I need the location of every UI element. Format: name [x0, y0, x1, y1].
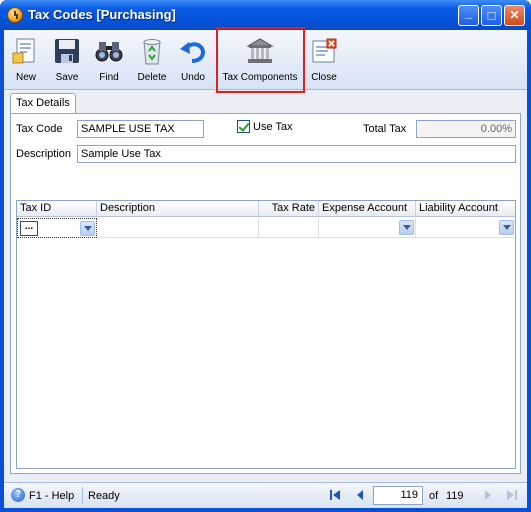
recycle-bin-icon [143, 39, 161, 65]
tax-code-label: Tax Code [16, 123, 63, 135]
cell-expense-account[interactable] [319, 218, 416, 238]
next-record-icon[interactable] [482, 489, 494, 501]
status-text: Ready [88, 490, 120, 502]
undo-button[interactable]: Undo [176, 34, 210, 86]
close-label: Close [311, 72, 337, 83]
ellipsis-button[interactable]: ... [20, 221, 38, 236]
status-bar: ? F1 - Help Ready 119 of 119 [4, 482, 527, 508]
window-title: Tax Codes [Purchasing] [28, 7, 176, 22]
first-record-icon[interactable] [329, 489, 341, 501]
column-header-tax-rate[interactable]: Tax Rate [259, 201, 319, 217]
use-tax-checkbox[interactable] [237, 120, 250, 133]
tax-components-grid: Tax ID Description Tax Rate Expense Acco… [16, 200, 516, 469]
app-window: Tax Codes [Purchasing] _ □ ✕ New Save Fi… [0, 0, 531, 512]
close-form-icon [312, 38, 337, 63]
maximize-button[interactable]: □ [481, 5, 502, 26]
tax-components-highlight [216, 27, 305, 93]
total-records: 119 [446, 490, 464, 502]
column-header-expense-account[interactable]: Expense Account [319, 201, 416, 217]
new-document-icon [12, 38, 35, 64]
tax-details-panel: Tax Code SAMPLE USE TAX Use Tax Total Ta… [10, 113, 521, 474]
new-button[interactable]: New [8, 34, 44, 86]
undo-arrow-icon [180, 42, 206, 63]
tab-tax-details[interactable]: Tax Details [10, 93, 76, 114]
use-tax-label: Use Tax [253, 121, 293, 133]
total-tax-field: 0.00% [416, 120, 516, 138]
find-button[interactable]: Find [92, 34, 126, 86]
help-text[interactable]: F1 - Help [29, 490, 74, 502]
new-label: New [15, 72, 36, 83]
of-label: of [429, 490, 439, 502]
description-label: Description [16, 148, 72, 160]
minimize-icon: _ [464, 5, 473, 20]
app-icon [7, 7, 23, 23]
toolbar: New Save Find Delete Undo Tax Components… [4, 27, 527, 93]
record-number-input[interactable]: 119 [373, 486, 423, 505]
client-area: New Save Find Delete Undo Tax Components… [4, 27, 527, 508]
divider [82, 487, 83, 504]
close-icon: ✕ [509, 8, 520, 22]
cell-tax-rate[interactable] [259, 218, 319, 238]
chevron-down-icon[interactable] [499, 220, 514, 235]
total-tax-label: Total Tax [363, 123, 407, 135]
cell-description[interactable] [97, 218, 259, 238]
cell-tax-id[interactable]: ... [17, 218, 97, 238]
tax-code-field[interactable]: SAMPLE USE TAX [77, 120, 204, 138]
save-label: Save [55, 72, 79, 83]
column-header-description[interactable]: Description [97, 201, 259, 217]
previous-record-icon[interactable] [354, 489, 366, 501]
binoculars-icon [95, 42, 123, 62]
close-window-button[interactable]: ✕ [504, 5, 525, 26]
column-header-tax-id[interactable]: Tax ID [17, 201, 97, 217]
find-label: Find [99, 72, 119, 83]
help-icon[interactable]: ? [11, 488, 25, 502]
chevron-down-icon[interactable] [80, 221, 95, 236]
delete-label: Delete [137, 72, 167, 83]
close-button[interactable]: Close [306, 34, 342, 86]
cell-liability-account[interactable] [416, 218, 515, 238]
description-field[interactable]: Sample Use Tax [77, 145, 516, 163]
column-header-liability-account[interactable]: Liability Account [416, 201, 515, 217]
last-record-icon[interactable] [506, 489, 518, 501]
delete-button[interactable]: Delete [134, 34, 170, 86]
floppy-disk-icon [55, 39, 79, 63]
undo-label: Undo [181, 72, 205, 83]
maximize-icon: □ [487, 8, 496, 23]
minimize-button[interactable]: _ [458, 5, 479, 26]
save-button[interactable]: Save [50, 34, 84, 86]
title-bar[interactable]: Tax Codes [Purchasing] _ □ ✕ [0, 0, 531, 30]
chevron-down-icon[interactable] [399, 220, 414, 235]
